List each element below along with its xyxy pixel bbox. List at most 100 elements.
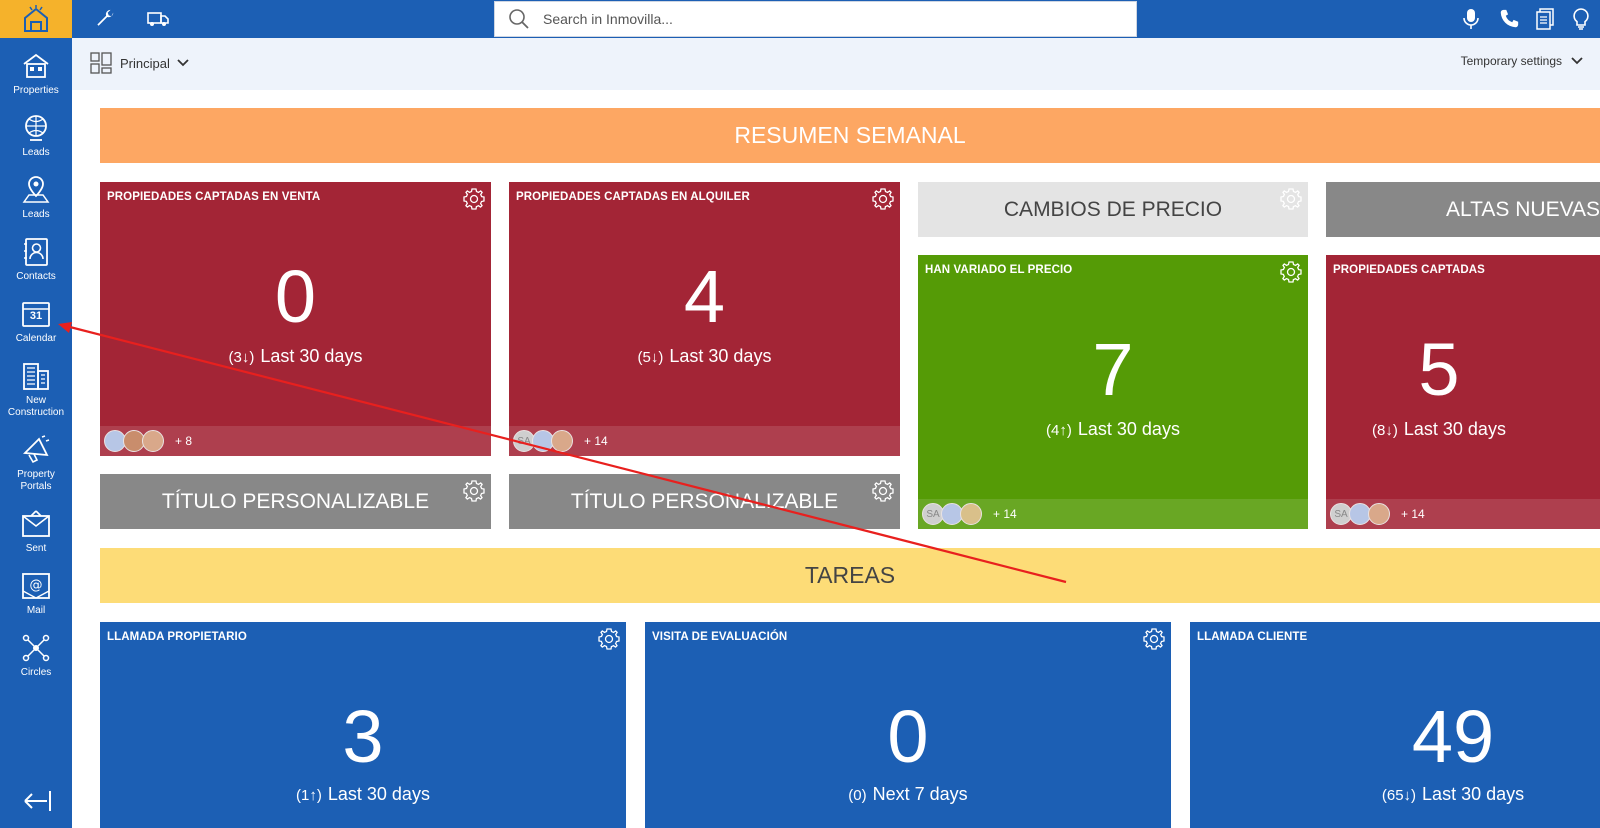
gear-icon[interactable]: [462, 187, 486, 211]
tile-captured-properties[interactable]: PROPIEDADES CAPTADAS 5 (8↓) Last 30 days …: [1326, 255, 1600, 529]
tile-owner-call[interactable]: LLAMADA PROPIETARIO 3 (1↑) Last 30 days: [100, 622, 626, 828]
tile-sale-listings[interactable]: PROPIEDADES CAPTADAS EN VENTA 0 (3↓) Last…: [100, 182, 491, 456]
documents-icon[interactable]: [1532, 7, 1558, 31]
sidebar-item-label: Calendar: [15, 333, 57, 344]
tile-delta: (5↓): [637, 349, 664, 366]
tile-delta: (3↓): [228, 349, 255, 366]
sidebar-item-leads-map[interactable]: Leads: [0, 174, 72, 221]
gear-icon[interactable]: [597, 627, 621, 651]
avatar-initials: SA: [926, 508, 940, 520]
calendar-day: 31: [29, 310, 43, 322]
tile-header-label: TÍTULO PERSONALIZABLE: [570, 489, 839, 513]
map-pin-leads-icon: [20, 174, 52, 206]
tile-footer: + 8: [100, 426, 491, 456]
app-logo[interactable]: [0, 0, 72, 38]
wrench-icon[interactable]: [92, 7, 118, 31]
chevron-down-icon: [1571, 57, 1583, 65]
sent-mail-icon: [20, 508, 52, 540]
sidebar-item-label: Circles: [20, 667, 52, 678]
tile-delta: (8↓): [1372, 422, 1398, 439]
sidebar-item-label: Sent: [25, 543, 47, 554]
gear-icon[interactable]: [1279, 187, 1303, 211]
search-bar[interactable]: [494, 1, 1137, 37]
building-icon: [20, 360, 52, 392]
tile-footer: SA + 14: [509, 426, 900, 456]
truck-icon[interactable]: [145, 7, 171, 31]
gear-icon[interactable]: [462, 479, 486, 503]
tile-period: Last 30 days: [669, 346, 772, 366]
sidebar-item-mail[interactable]: @ Mail: [0, 570, 72, 617]
tile-title: HAN VARIADO EL PRECIO: [925, 264, 1073, 276]
at-mail-icon: @: [20, 570, 52, 602]
tile-custom-title-2[interactable]: TÍTULO PERSONALIZABLE: [509, 474, 900, 529]
calendar-icon: 31: [20, 298, 52, 330]
tile-title: PROPIEDADES CAPTADAS EN ALQUILER: [516, 191, 750, 203]
search-input[interactable]: [543, 11, 1103, 27]
svg-text:@: @: [30, 578, 43, 593]
view-selector[interactable]: Principal: [90, 52, 190, 74]
sidebar-item-label: New Construction: [7, 395, 65, 418]
tile-value: 5: [1418, 328, 1460, 411]
top-bar: [0, 0, 1600, 38]
sidebar-item-label: Properties: [13, 85, 59, 96]
tile-period: Last 30 days: [327, 784, 430, 804]
tile-delta: (0): [848, 787, 867, 804]
tile-evaluation-visit[interactable]: VISITA DE EVALUACIÓN 0 (0) Next 7 days: [645, 622, 1171, 828]
gear-icon[interactable]: [871, 479, 895, 503]
contact-card-icon: [20, 236, 52, 268]
gear-icon[interactable]: [1279, 260, 1303, 284]
sidebar-item-property-portals[interactable]: Property Portals: [0, 434, 72, 493]
tile-header-new-listings: ALTAS NUEVAS: [1326, 182, 1600, 237]
gear-icon[interactable]: [1142, 627, 1166, 651]
sidebar-item-leads-web[interactable]: Leads: [0, 112, 72, 159]
sidebar-item-circles[interactable]: Circles: [0, 632, 72, 679]
tile-title: LLAMADA CLIENTE: [1197, 631, 1308, 643]
gear-icon[interactable]: [871, 187, 895, 211]
tile-value: 7: [1092, 328, 1134, 411]
tile-period: Last 30 days: [1422, 784, 1525, 804]
avatar[interactable]: [142, 430, 164, 452]
more-users-count[interactable]: + 8: [175, 434, 192, 448]
more-users-count[interactable]: + 14: [1401, 507, 1425, 521]
tile-header-label: CAMBIOS DE PRECIO: [1003, 197, 1223, 221]
tile-title: VISITA DE EVALUACIÓN: [652, 631, 788, 643]
tile-period: Last 30 days: [260, 346, 363, 366]
sidebar-item-properties[interactable]: Properties: [0, 50, 72, 97]
tile-subtitle: (0) Next 7 days: [645, 784, 1171, 805]
tile-period: Next 7 days: [872, 784, 968, 804]
chevron-down-icon: [177, 59, 189, 67]
more-users-count[interactable]: + 14: [993, 507, 1017, 521]
sidebar-item-calendar[interactable]: 31 Calendar: [0, 298, 72, 345]
temporary-settings-dropdown[interactable]: Temporary settings: [1461, 54, 1584, 68]
tile-rental-listings[interactable]: PROPIEDADES CAPTADAS EN ALQUILER 4 (5↓) L…: [509, 182, 900, 456]
tile-price-changed[interactable]: HAN VARIADO EL PRECIO 7 (4↑) Last 30 days…: [918, 255, 1308, 529]
tile-value: 49: [1411, 695, 1495, 778]
sidebar-item-label: Mail: [26, 605, 46, 616]
sidebar-item-new-construction[interactable]: New Construction: [0, 360, 72, 419]
collapse-sidebar-icon[interactable]: [22, 788, 52, 814]
sidebar-item-label: Property Portals: [17, 469, 55, 492]
microphone-icon[interactable]: [1458, 7, 1484, 31]
tile-title: PROPIEDADES CAPTADAS EN VENTA: [107, 191, 321, 203]
tile-period: Last 30 days: [1403, 419, 1506, 439]
sidebar-item-label: Contacts: [16, 271, 56, 282]
view-selector-label: Principal: [120, 55, 170, 71]
sidebar-item-contacts[interactable]: Contacts: [0, 236, 72, 283]
megaphone-icon: [20, 434, 52, 466]
more-users-count[interactable]: + 14: [584, 434, 608, 448]
lightbulb-icon[interactable]: [1568, 7, 1594, 31]
grid-layout-icon: [90, 52, 112, 74]
avatar[interactable]: [1368, 503, 1390, 525]
avatar[interactable]: [551, 430, 573, 452]
tile-subtitle: (5↓) Last 30 days: [509, 346, 900, 367]
avatar[interactable]: [960, 503, 982, 525]
sidebar-item-sent[interactable]: Sent: [0, 508, 72, 555]
phone-icon[interactable]: [1496, 7, 1522, 31]
tile-subtitle: (3↓) Last 30 days: [100, 346, 491, 367]
tile-title: PROPIEDADES CAPTADAS: [1333, 264, 1485, 276]
tile-delta: (1↑): [296, 787, 322, 804]
tile-client-call[interactable]: LLAMADA CLIENTE 49 (65↓) Last 30 days: [1190, 622, 1600, 828]
tile-title: LLAMADA PROPIETARIO: [107, 631, 247, 643]
tile-custom-title-1[interactable]: TÍTULO PERSONALIZABLE: [100, 474, 491, 529]
tile-footer: SA + 14: [918, 499, 1308, 529]
